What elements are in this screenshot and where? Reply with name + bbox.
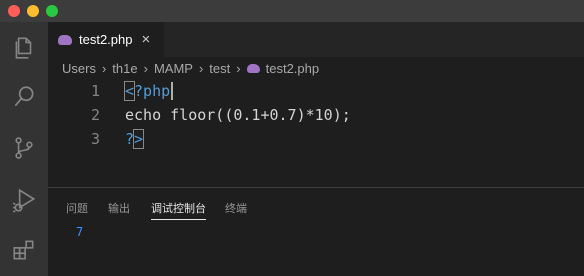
search-icon[interactable] <box>8 81 40 113</box>
text-cursor <box>171 82 174 101</box>
code-text[interactable]: echo floor((0.1+0.7)*10); <box>125 106 351 124</box>
bottom-panel: 问题 输出 调试控制台 终端 7 <box>48 187 584 276</box>
source-control-icon[interactable] <box>8 132 40 164</box>
tab-terminal[interactable]: 终端 <box>225 200 247 220</box>
maximize-window-button[interactable] <box>46 5 58 17</box>
editor-tab-bar: test2.php × <box>48 22 584 57</box>
breadcrumb-separator: › <box>143 60 148 76</box>
breadcrumb-item-users[interactable]: Users <box>62 61 96 76</box>
breadcrumb-item-file[interactable]: test2.php <box>266 61 320 76</box>
breadcrumb-item-th1e[interactable]: th1e <box>112 61 137 76</box>
code-line: 2 echo floor((0.1+0.7)*10); <box>48 103 351 127</box>
breadcrumb-separator: › <box>198 60 204 76</box>
minimize-window-button[interactable] <box>27 5 39 17</box>
code-line: 3 ?> <box>48 127 145 151</box>
line-number: 1 <box>90 82 100 100</box>
close-window-button[interactable] <box>8 5 20 17</box>
extensions-icon[interactable] <box>8 234 40 266</box>
code-text[interactable]: <?php <box>123 80 174 101</box>
tab-output[interactable]: 输出 <box>108 200 130 220</box>
breadcrumb-separator: › <box>236 60 241 76</box>
code-text[interactable]: ?> <box>125 129 145 149</box>
line-number: 2 <box>90 106 100 124</box>
tab-test2-php[interactable]: test2.php × <box>48 22 164 57</box>
line-number: 3 <box>90 130 100 148</box>
title-bar <box>0 0 584 22</box>
close-icon[interactable]: × <box>142 32 151 47</box>
debug-console-output: 7 <box>76 225 84 239</box>
breadcrumb-separator: › <box>101 60 107 76</box>
breadcrumb: Users › th1e › MAMP › test › test2.php <box>48 57 584 79</box>
breadcrumb-item-test[interactable]: test <box>209 61 230 76</box>
run-debug-icon[interactable] <box>8 184 40 216</box>
activity-bar <box>0 22 48 276</box>
php-elephant-icon <box>58 34 72 45</box>
code-line: 1 <?php <box>48 79 174 103</box>
tab-problems[interactable]: 问题 <box>66 200 88 220</box>
breadcrumb-item-mamp[interactable]: MAMP <box>154 61 193 76</box>
explorer-icon[interactable] <box>8 32 40 64</box>
php-elephant-icon <box>246 63 260 73</box>
tab-label: test2.php <box>79 32 133 47</box>
tab-debug-console[interactable]: 调试控制台 <box>151 200 206 220</box>
code-editor[interactable]: 1 <?php 2 echo floor((0.1+0.7)*10); 3 ?> <box>48 79 584 187</box>
